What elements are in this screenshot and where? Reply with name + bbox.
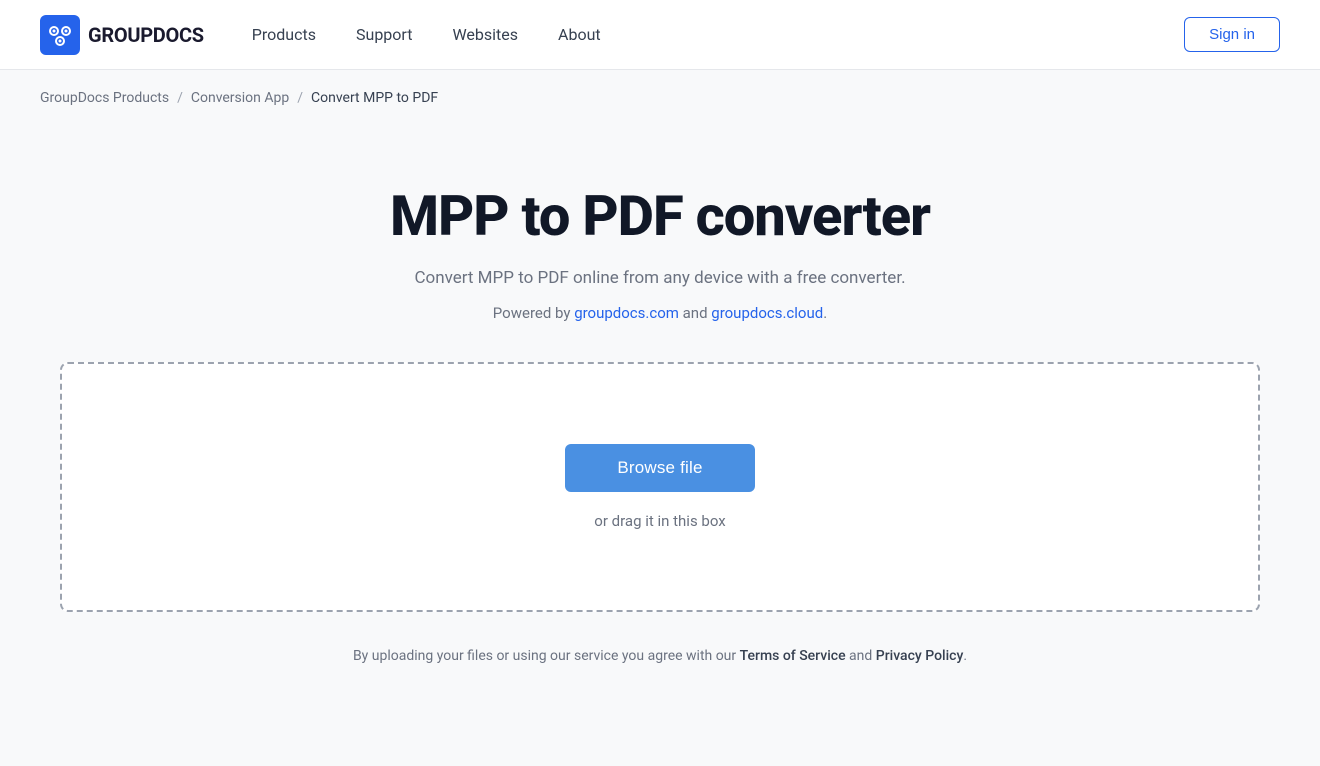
drag-text: or drag it in this box xyxy=(594,512,725,530)
breadcrumb-separator-1: / xyxy=(177,90,183,106)
powered-by-suffix: . xyxy=(823,304,827,322)
page-subtitle: Convert MPP to PDF online from any devic… xyxy=(414,268,905,288)
navbar-left: GROUPDOCS Products Support Websites Abou… xyxy=(40,15,601,55)
groupdocs-cloud-link[interactable]: groupdocs.cloud xyxy=(711,304,823,322)
disclaimer-prefix: By uploading your files or using our ser… xyxy=(353,648,740,664)
breadcrumb-current: Convert MPP to PDF xyxy=(311,90,438,106)
browse-file-button[interactable]: Browse file xyxy=(565,444,754,492)
groupdocs-logo-icon xyxy=(40,15,80,55)
privacy-policy-link[interactable]: Privacy Policy xyxy=(876,648,964,664)
breadcrumb-item-conversion-app[interactable]: Conversion App xyxy=(191,90,289,106)
footer-disclaimer: By uploading your files or using our ser… xyxy=(353,648,967,664)
powered-by-and: and xyxy=(679,304,711,322)
breadcrumb: GroupDocs Products / Conversion App / Co… xyxy=(0,70,1320,126)
breadcrumb-separator-2: / xyxy=(297,90,303,106)
powered-by-prefix: Powered by xyxy=(493,304,574,322)
drop-zone[interactable]: Browse file or drag it in this box xyxy=(60,362,1260,612)
nav-item-about[interactable]: About xyxy=(558,25,601,44)
powered-by-text: Powered by groupdocs.com and groupdocs.c… xyxy=(493,304,827,322)
nav-item-products[interactable]: Products xyxy=(252,25,316,44)
breadcrumb-item-groupdocs[interactable]: GroupDocs Products xyxy=(40,90,169,106)
logo-text: GROUPDOCS xyxy=(88,23,204,47)
nav-item-support[interactable]: Support xyxy=(356,25,412,44)
nav-item-websites[interactable]: Websites xyxy=(452,25,518,44)
page-title: MPP to PDF converter xyxy=(390,186,930,248)
nav-links: Products Support Websites About xyxy=(252,25,601,44)
main-content: MPP to PDF converter Convert MPP to PDF … xyxy=(0,126,1320,704)
groupdocs-com-link[interactable]: groupdocs.com xyxy=(574,304,679,322)
navbar: GROUPDOCS Products Support Websites Abou… xyxy=(0,0,1320,70)
disclaimer-and: and xyxy=(846,648,876,664)
logo-area[interactable]: GROUPDOCS xyxy=(40,15,204,55)
terms-of-service-link[interactable]: Terms of Service xyxy=(740,648,846,664)
disclaimer-suffix: . xyxy=(963,648,967,664)
sign-in-button[interactable]: Sign in xyxy=(1184,17,1280,52)
